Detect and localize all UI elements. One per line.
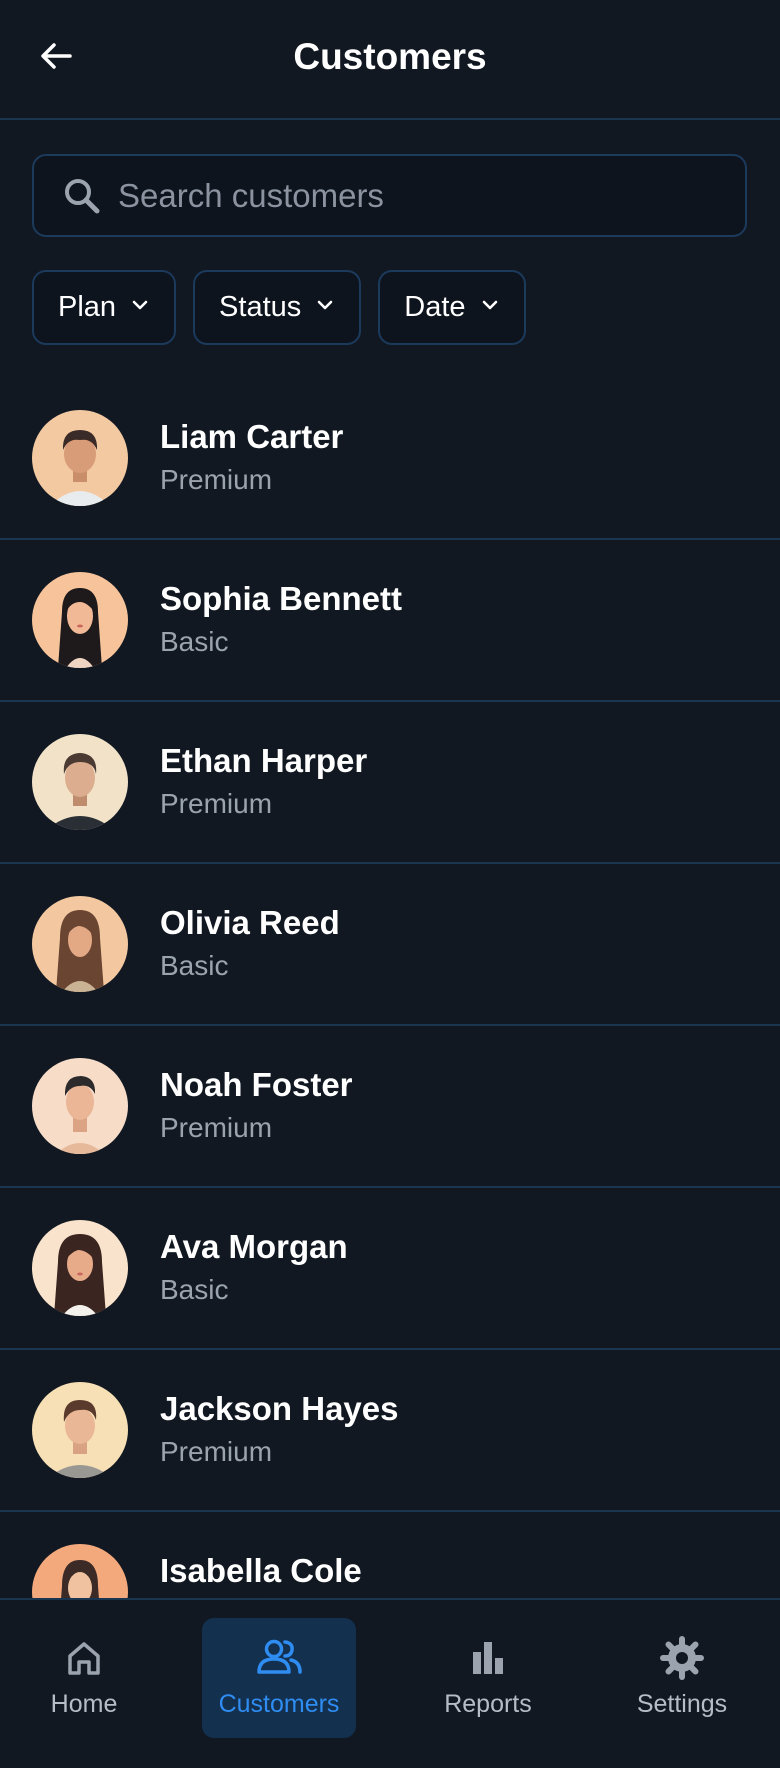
customer-row[interactable]: Ethan Harper Premium (0, 702, 780, 864)
customer-row[interactable]: Sophia Bennett Basic (0, 540, 780, 702)
search-bar[interactable] (32, 154, 747, 237)
customer-plan: Premium (160, 464, 273, 495)
filter-plan-button[interactable]: Plan (32, 270, 177, 345)
customer-plan: Basic (160, 950, 229, 981)
gear-icon (658, 1634, 706, 1682)
avatar (32, 1058, 128, 1154)
nav-label: Settings (636, 1690, 728, 1718)
avatar (32, 1220, 128, 1316)
customer-row[interactable]: Olivia Reed Basic (0, 864, 780, 1026)
home-icon (60, 1634, 108, 1682)
avatar (32, 572, 128, 668)
customer-name: Olivia Reed (160, 904, 340, 941)
avatar (32, 896, 128, 992)
customer-row[interactable]: Liam Carter Premium (0, 378, 780, 540)
nav-item-customers[interactable]: Customers (202, 1618, 356, 1738)
bar-chart-icon (464, 1634, 512, 1682)
bottom-nav: Home Customers Reports Settings (0, 1598, 780, 1768)
customer-name: Noah Foster (160, 1066, 353, 1103)
avatar (32, 410, 128, 506)
search-icon (62, 176, 102, 216)
customer-name: Liam Carter (160, 418, 344, 455)
customer-name: Jackson Hayes (160, 1390, 399, 1427)
chevron-down-icon (315, 295, 335, 320)
customer-name: Ava Morgan (160, 1228, 348, 1265)
filter-date-button[interactable]: Date (378, 270, 526, 345)
nav-label: Customers (218, 1690, 340, 1718)
customer-name: Sophia Bennett (160, 580, 403, 617)
filter-label: Status (219, 291, 302, 323)
nav-item-home[interactable]: Home (7, 1618, 161, 1738)
customer-plan: Basic (160, 626, 229, 657)
chevron-down-icon (130, 295, 150, 320)
filter-bar: Plan Status Date (32, 270, 526, 345)
app-header: Customers (0, 0, 780, 120)
nav-item-reports[interactable]: Reports (411, 1618, 565, 1738)
nav-label: Home (50, 1690, 118, 1718)
customer-name: Ethan Harper (160, 742, 368, 779)
avatar (32, 1382, 128, 1478)
customer-name: Isabella Cole (160, 1552, 362, 1589)
search-input[interactable] (116, 175, 745, 216)
avatar (32, 734, 128, 830)
nav-item-settings[interactable]: Settings (605, 1618, 759, 1738)
customer-list: Liam Carter Premium Sophia Bennett Basic (0, 378, 780, 1674)
page-title: Customers (293, 36, 487, 77)
filter-label: Date (404, 291, 466, 323)
customer-row[interactable]: Noah Foster Premium (0, 1026, 780, 1188)
customer-plan: Basic (160, 1274, 229, 1305)
users-icon (255, 1634, 303, 1682)
nav-label: Reports (444, 1690, 532, 1718)
customer-row[interactable]: Jackson Hayes Premium (0, 1350, 780, 1512)
filter-status-button[interactable]: Status (193, 270, 362, 345)
customer-plan: Premium (160, 788, 273, 819)
customer-plan: Premium (160, 1112, 273, 1143)
filter-label: Plan (58, 291, 117, 323)
customer-plan: Premium (160, 1436, 273, 1467)
customer-row[interactable]: Ava Morgan Basic (0, 1188, 780, 1350)
chevron-down-icon (480, 295, 500, 320)
